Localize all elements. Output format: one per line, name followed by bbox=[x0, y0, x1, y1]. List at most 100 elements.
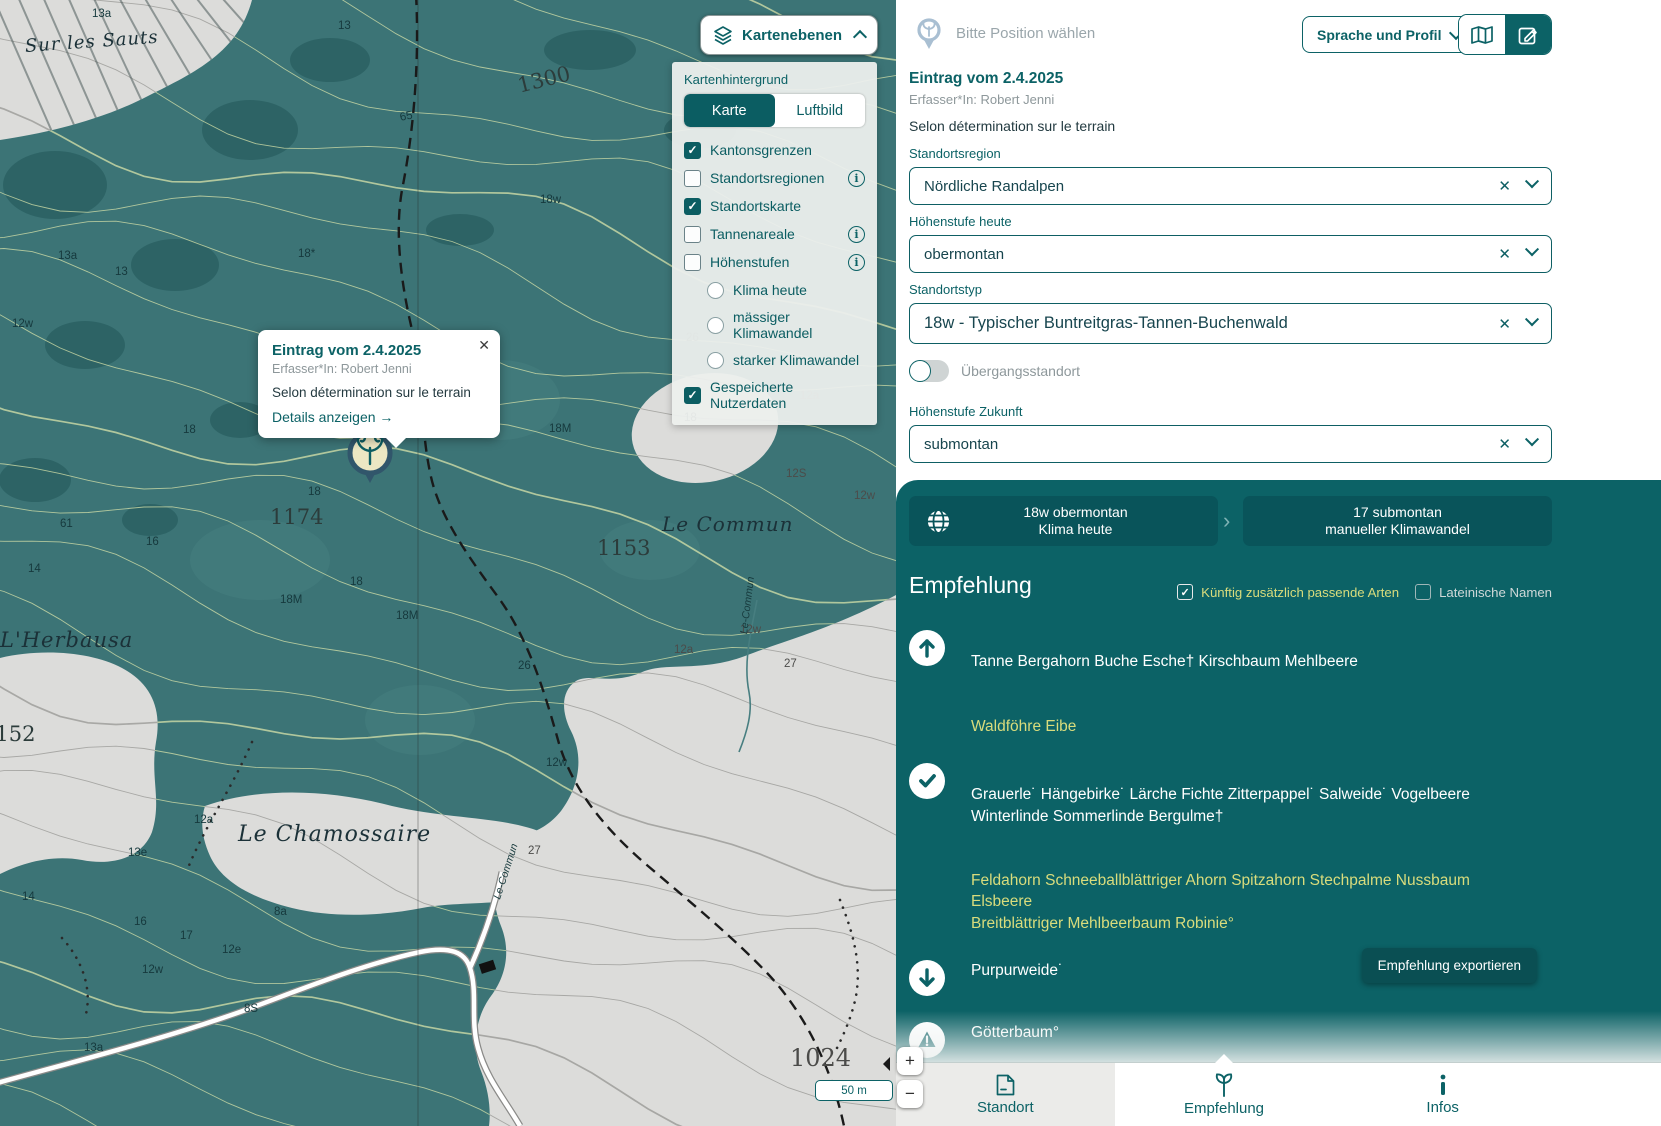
species-future: Waldföhre Eibe bbox=[971, 718, 1076, 735]
layer-label: Höhenstufen bbox=[710, 254, 789, 270]
checkbox-label: Lateinische Namen bbox=[1439, 585, 1552, 600]
field-label: Standortsregion bbox=[909, 146, 1552, 161]
map-icon bbox=[1470, 24, 1494, 46]
chevron-down-icon[interactable] bbox=[1527, 176, 1537, 194]
layer-row-gespeicherte-nutzerdaten[interactable]: Gespeicherte Nutzerdaten bbox=[684, 379, 865, 411]
climate-current-line1: 18w obermontan bbox=[933, 504, 1218, 522]
popup-details-link[interactable]: Details anzeigen → bbox=[272, 409, 393, 425]
language-profile-button[interactable]: Sprache und Profil bbox=[1302, 16, 1476, 53]
clear-icon[interactable]: ✕ bbox=[1498, 245, 1511, 263]
info-icon[interactable]: i bbox=[848, 226, 865, 243]
layer-row-standortskarte[interactable]: Standortskarte bbox=[684, 197, 865, 215]
info-icon[interactable]: i bbox=[848, 170, 865, 187]
zoom-in-button[interactable]: + bbox=[897, 1047, 923, 1075]
future-species-checkbox-row[interactable]: Künftig zusätzlich passende Arten bbox=[1177, 584, 1399, 600]
position-placeholder: Bitte Position wählen bbox=[956, 25, 1095, 42]
layer-label: Gespeicherte Nutzerdaten bbox=[710, 379, 865, 411]
field-standortsregion: Standortsregion Nördliche Randalpen ✕ bbox=[909, 146, 1552, 205]
export-recommendation-button[interactable]: Empfehlung exportieren bbox=[1362, 948, 1537, 983]
arrow-up-icon bbox=[909, 630, 945, 666]
tab-luftbild[interactable]: Luftbild bbox=[775, 94, 866, 127]
climate-card-current[interactable]: 18w obermontan Klima heute bbox=[909, 496, 1218, 546]
tab-empfehlung[interactable]: Empfehlung bbox=[1115, 1063, 1334, 1126]
tab-standort[interactable]: Standort bbox=[896, 1063, 1115, 1126]
checkbox[interactable] bbox=[1415, 584, 1431, 600]
clear-icon[interactable]: ✕ bbox=[1498, 435, 1511, 453]
layer-row-standortsregionen[interactable]: Standortsregionen i bbox=[684, 169, 865, 187]
radio-label: starker Klimawandel bbox=[733, 352, 859, 368]
checkbox[interactable] bbox=[684, 387, 701, 404]
collapse-panel-icon[interactable] bbox=[883, 1057, 890, 1071]
view-toggle bbox=[1458, 14, 1552, 55]
layer-row-tannenareale[interactable]: Tannenareale i bbox=[684, 225, 865, 243]
checkbox[interactable] bbox=[684, 198, 701, 215]
entry-note: Selon détermination sur le terrain bbox=[909, 118, 1115, 134]
checkbox[interactable] bbox=[684, 226, 701, 243]
radio-button[interactable] bbox=[707, 352, 724, 369]
recommendation-options: Künftig zusätzlich passende Arten Latein… bbox=[1177, 584, 1552, 600]
hoehenstufe-zukunft-select[interactable]: submontan ✕ bbox=[909, 425, 1552, 463]
radio-row-starker-klimawandel[interactable]: starker Klimawandel bbox=[707, 351, 865, 369]
climate-current-line2: Klima heute bbox=[933, 521, 1218, 539]
popup-author: Erfasser*In: Robert Jenni bbox=[272, 362, 486, 376]
active-tab-notch bbox=[1215, 1054, 1233, 1063]
recommendation-row-promoted: Tanne Bergahorn Buche Esche† Kirschbaum … bbox=[909, 630, 1605, 737]
latin-names-checkbox-row[interactable]: Lateinische Namen bbox=[1415, 584, 1552, 600]
radio-row-maessiger-klimawandel[interactable]: mässiger Klimawandel bbox=[707, 309, 865, 341]
radio-row-klima-heute[interactable]: Klima heute bbox=[707, 281, 865, 299]
field-value: Nördliche Randalpen bbox=[924, 178, 1064, 195]
layers-button[interactable]: Kartenebenen bbox=[700, 15, 878, 55]
checkbox[interactable] bbox=[684, 170, 701, 187]
entry-author: Erfasser*In: Robert Jenni bbox=[909, 92, 1115, 107]
side-panel: Bitte Position wählen Sprache und Profil… bbox=[896, 0, 1661, 1126]
species-current: Tanne Bergahorn Buche Esche† Kirschbaum … bbox=[971, 653, 1358, 670]
uebergangsstandort-toggle[interactable] bbox=[909, 360, 949, 382]
entry-header: Eintrag vom 2.4.2025 Erfasser*In: Robert… bbox=[909, 70, 1115, 134]
field-value: submontan bbox=[924, 436, 998, 453]
chevron-up-icon bbox=[853, 30, 867, 44]
checkbox[interactable] bbox=[684, 142, 701, 159]
field-standortstyp: Standortstyp 18w - Typischer Buntreitgra… bbox=[909, 282, 1552, 344]
close-icon[interactable]: ✕ bbox=[478, 337, 490, 354]
bottom-navigation: Standort Empfehlung bbox=[896, 1063, 1661, 1126]
tab-label: Infos bbox=[1426, 1099, 1459, 1116]
toggle-knob bbox=[909, 360, 931, 382]
zoom-out-button[interactable]: − bbox=[897, 1080, 923, 1108]
layer-row-hoehenstufen[interactable]: Höhenstufen i bbox=[684, 253, 865, 271]
standortsregion-select[interactable]: Nördliche Randalpen ✕ bbox=[909, 167, 1552, 205]
recommendation-row-suitable: Grauerle˙ Hängebirke˙ Lärche Fichte Zitt… bbox=[909, 763, 1605, 934]
info-icon[interactable]: i bbox=[848, 254, 865, 271]
map-scale: 50 m bbox=[815, 1080, 893, 1101]
radio-label: Klima heute bbox=[733, 282, 807, 298]
clear-icon[interactable]: ✕ bbox=[1498, 177, 1511, 195]
globe-icon bbox=[925, 508, 952, 535]
radio-button[interactable] bbox=[707, 317, 724, 334]
chevron-down-icon[interactable] bbox=[1527, 244, 1537, 262]
field-label: Standortstyp bbox=[909, 282, 1552, 297]
uebergangsstandort-row: Übergangsstandort bbox=[909, 360, 1080, 382]
chevron-down-icon[interactable] bbox=[1527, 314, 1537, 332]
tab-label: Standort bbox=[977, 1099, 1034, 1116]
layer-label: Tannenareale bbox=[710, 226, 795, 242]
map-canvas[interactable]: 13a13Sur les Sauts13006518w18*13a1312w18… bbox=[0, 0, 896, 1126]
layers-panel: Kartenhintergrund Karte Luftbild Kantons… bbox=[672, 62, 877, 425]
standortstyp-select[interactable]: 18w - Typischer Buntreitgras-Tannen-Buch… bbox=[909, 303, 1552, 344]
layer-row-kantonsgrenzen[interactable]: Kantonsgrenzen bbox=[684, 141, 865, 159]
checkbox[interactable] bbox=[1177, 584, 1193, 600]
tab-karte[interactable]: Karte bbox=[684, 94, 775, 127]
climate-card-future[interactable]: 17 submontan manueller Klimawandel bbox=[1243, 496, 1552, 546]
edit-view-button[interactable] bbox=[1505, 15, 1551, 54]
field-label: Höhenstufe heute bbox=[909, 214, 1552, 229]
species-current: Purpurweide˙ bbox=[971, 962, 1063, 979]
radio-button[interactable] bbox=[707, 282, 724, 299]
checkbox[interactable] bbox=[684, 254, 701, 271]
map-view-button[interactable] bbox=[1459, 15, 1505, 54]
hoehenstufe-heute-select[interactable]: obermontan ✕ bbox=[909, 235, 1552, 273]
position-pin-icon bbox=[916, 18, 942, 50]
popup-note: Selon détermination sur le terrain bbox=[272, 385, 486, 400]
clear-icon[interactable]: ✕ bbox=[1498, 315, 1511, 333]
field-value: 18w - Typischer Buntreitgras-Tannen-Buch… bbox=[924, 314, 1288, 333]
species-future: Feldahorn Schneeballblättriger Ahorn Spi… bbox=[971, 872, 1470, 932]
tab-infos[interactable]: Infos bbox=[1333, 1063, 1552, 1126]
chevron-down-icon[interactable] bbox=[1527, 434, 1537, 452]
